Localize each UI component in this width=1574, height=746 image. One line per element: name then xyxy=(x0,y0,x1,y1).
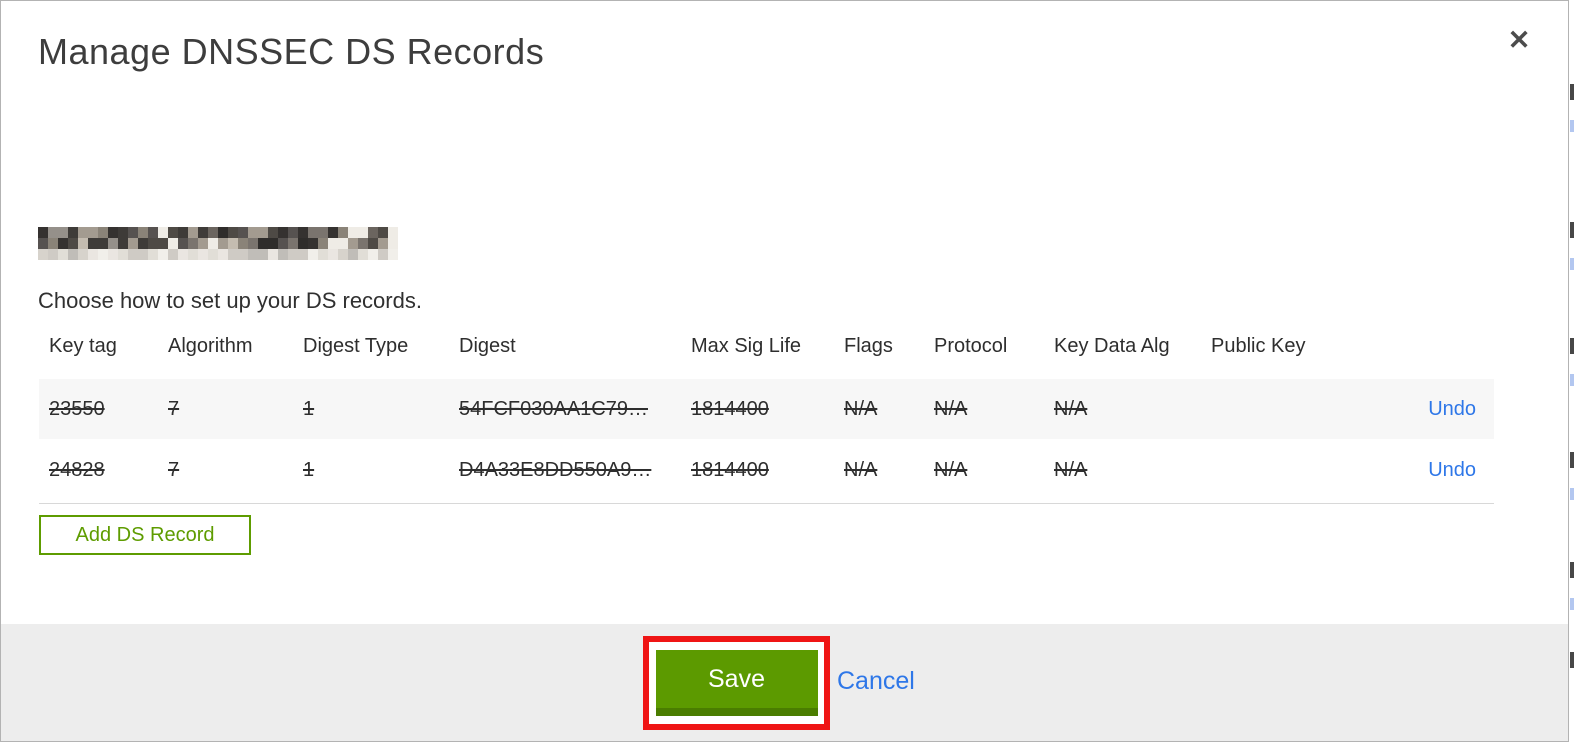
cell-public-key xyxy=(1211,379,1361,439)
dnssec-modal: Manage DNSSEC DS Records ✕ Choose how to… xyxy=(0,0,1569,742)
column-header-key-data-alg: Key Data Alg xyxy=(1054,335,1170,357)
close-button[interactable]: ✕ xyxy=(1502,23,1536,57)
ds-records-table: Key tag Algorithm Digest Type Digest Max… xyxy=(39,329,1494,504)
column-header-max-sig-life: Max Sig Life xyxy=(691,335,802,357)
background-text-fragment xyxy=(1570,652,1574,668)
cell-digest-type: 1 xyxy=(303,397,315,420)
cell-digest: 54FCF030AA1C79… xyxy=(459,397,648,420)
cell-protocol: N/A xyxy=(934,439,1054,504)
cell-public-key xyxy=(1211,439,1361,504)
save-button[interactable]: Save xyxy=(655,650,818,716)
background-page-sliver xyxy=(1570,0,1574,746)
table-row: 24828 7 1 D4A33E8DD550A9… 1814400 N/A N/… xyxy=(39,439,1494,504)
cell-max-sig-life: 1814400 xyxy=(691,397,769,420)
cell-digest: D4A33E8DD550A9… xyxy=(459,439,691,504)
column-header-flags: Flags xyxy=(844,335,893,357)
column-header-digest: Digest xyxy=(459,335,516,357)
cell-key-tag: 24828 xyxy=(39,439,168,504)
instruction-text: Choose how to set up your DS records. xyxy=(38,288,422,313)
column-header-public-key: Public Key xyxy=(1211,335,1306,357)
cell-digest-type: 1 xyxy=(303,439,459,504)
background-text-fragment xyxy=(1570,222,1574,238)
cell-algorithm: 7 xyxy=(168,397,180,420)
background-text-fragment xyxy=(1570,120,1574,132)
background-text-fragment xyxy=(1570,562,1574,578)
column-header-algorithm: Algorithm xyxy=(168,335,253,357)
background-text-fragment xyxy=(1570,374,1574,386)
screen: Manage DNSSEC DS Records ✕ Choose how to… xyxy=(0,0,1574,746)
close-icon: ✕ xyxy=(1507,25,1531,55)
background-text-fragment xyxy=(1570,258,1574,270)
cell-flags: N/A xyxy=(844,439,934,504)
cell-key-tag: 23550 xyxy=(49,397,105,420)
background-text-fragment xyxy=(1570,452,1574,468)
background-text-fragment xyxy=(1570,84,1574,100)
cell-max-sig-life: 1814400 xyxy=(691,439,844,504)
background-text-fragment xyxy=(1570,338,1574,354)
column-header-key-tag: Key tag xyxy=(49,335,117,357)
cell-key-data-alg: N/A xyxy=(1054,439,1211,504)
undo-link[interactable]: Undo xyxy=(1428,459,1476,481)
cancel-link[interactable]: Cancel xyxy=(837,667,915,696)
column-header-protocol: Protocol xyxy=(934,335,1008,357)
modal-footer: Save Cancel xyxy=(1,624,1568,741)
column-header-digest-type: Digest Type xyxy=(303,335,409,357)
page-title: Manage DNSSEC DS Records xyxy=(38,31,545,72)
cell-key-data-alg: N/A xyxy=(1054,397,1088,420)
background-text-fragment xyxy=(1570,488,1574,500)
cell-flags: N/A xyxy=(844,397,878,420)
table-row: 23550 7 1 54FCF030AA1C79… 1814400 N/A N/… xyxy=(39,379,1494,439)
save-highlight-annotation: Save xyxy=(643,636,830,730)
add-ds-record-button[interactable]: Add DS Record xyxy=(39,515,251,555)
cell-protocol: N/A xyxy=(934,397,968,420)
table-header-row: Key tag Algorithm Digest Type Digest Max… xyxy=(39,329,1494,379)
cell-algorithm: 7 xyxy=(168,439,303,504)
column-header-actions xyxy=(1361,329,1494,379)
redacted-domain-name xyxy=(38,227,398,260)
background-text-fragment xyxy=(1570,598,1574,610)
undo-link[interactable]: Undo xyxy=(1428,398,1476,420)
